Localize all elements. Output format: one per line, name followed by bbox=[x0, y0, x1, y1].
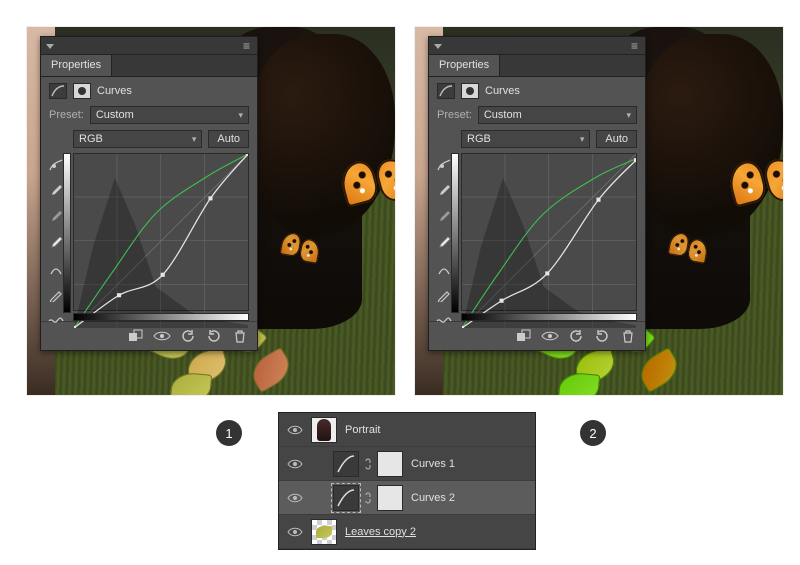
auto-button[interactable]: Auto bbox=[596, 130, 637, 148]
tab-properties[interactable]: Properties bbox=[429, 55, 500, 76]
adjustment-thumb[interactable] bbox=[333, 451, 359, 477]
collapse-icon[interactable] bbox=[45, 41, 55, 51]
layer-row-3[interactable]: Leaves copy 2 bbox=[279, 515, 535, 549]
toggle-visibility-icon[interactable] bbox=[541, 328, 559, 344]
adjustment-type-icon bbox=[49, 83, 67, 99]
panel-menu-icon[interactable]: ≡ bbox=[631, 39, 639, 53]
reset-icon[interactable] bbox=[567, 328, 585, 344]
layer-name[interactable]: Curves 2 bbox=[411, 492, 455, 504]
clip-to-layer-icon[interactable] bbox=[127, 328, 145, 344]
channel-select[interactable]: RGB ▾ bbox=[73, 130, 202, 148]
layer-row-1[interactable]: Curves 1 bbox=[279, 447, 535, 481]
reset-previous-icon[interactable] bbox=[593, 328, 611, 344]
layer-thumb[interactable] bbox=[311, 417, 337, 443]
smooth-icon[interactable] bbox=[45, 311, 67, 331]
tab-properties[interactable]: Properties bbox=[41, 55, 112, 76]
preset-select[interactable]: Custom ▾ bbox=[478, 106, 637, 124]
reset-previous-icon[interactable] bbox=[205, 328, 223, 344]
layers-panel: Portrait Curves 1 Curves 2 Leaves copy 2 bbox=[278, 412, 536, 550]
step-badge-1: 1 bbox=[216, 420, 242, 446]
preset-select[interactable]: Custom ▾ bbox=[90, 106, 249, 124]
chevron-down-icon: ▾ bbox=[192, 134, 197, 145]
layer-thumb[interactable] bbox=[311, 519, 337, 545]
layer-row-2[interactable]: Curves 2 bbox=[279, 481, 535, 515]
adjustment-thumb[interactable] bbox=[333, 485, 359, 511]
mask-thumb[interactable] bbox=[377, 485, 403, 511]
input-gradient bbox=[461, 313, 637, 321]
properties-panel: ≡ Properties Curves Preset: Custom ▾ bbox=[40, 36, 258, 351]
visibility-eye-icon[interactable] bbox=[287, 456, 303, 472]
toggle-visibility-icon[interactable] bbox=[153, 328, 171, 344]
visibility-eye-icon[interactable] bbox=[287, 524, 303, 540]
layer-mask-icon[interactable] bbox=[73, 83, 91, 99]
chevron-down-icon: ▾ bbox=[580, 134, 585, 145]
step-badge-2: 2 bbox=[580, 420, 606, 446]
channel-value: RGB bbox=[467, 133, 491, 145]
reset-icon[interactable] bbox=[179, 328, 197, 344]
output-gradient bbox=[63, 153, 71, 313]
input-gradient bbox=[73, 313, 249, 321]
link-icon[interactable] bbox=[363, 492, 373, 504]
mask-thumb[interactable] bbox=[377, 451, 403, 477]
preset-label: Preset: bbox=[437, 109, 472, 121]
link-icon[interactable] bbox=[363, 458, 373, 470]
channel-value: RGB bbox=[79, 133, 103, 145]
adjustment-type-icon bbox=[437, 83, 455, 99]
layer-name[interactable]: Curves 1 bbox=[411, 458, 455, 470]
layer-row-0[interactable]: Portrait bbox=[279, 413, 535, 447]
output-gradient bbox=[451, 153, 459, 313]
collapse-icon[interactable] bbox=[433, 41, 443, 51]
preset-label: Preset: bbox=[49, 109, 84, 121]
panel-title: Curves bbox=[485, 85, 520, 97]
curves-graph[interactable] bbox=[461, 153, 637, 311]
chevron-down-icon: ▾ bbox=[626, 110, 631, 121]
visibility-eye-icon[interactable] bbox=[287, 422, 303, 438]
channel-select[interactable]: RGB ▾ bbox=[461, 130, 590, 148]
smooth-icon[interactable] bbox=[433, 311, 455, 331]
panel-title: Curves bbox=[97, 85, 132, 97]
layer-name[interactable]: Portrait bbox=[345, 424, 380, 436]
preset-value: Custom bbox=[96, 109, 134, 121]
clip-to-layer-icon[interactable] bbox=[515, 328, 533, 344]
trash-icon[interactable] bbox=[619, 328, 637, 344]
curves-graph[interactable] bbox=[73, 153, 249, 311]
auto-button[interactable]: Auto bbox=[208, 130, 249, 148]
preset-value: Custom bbox=[484, 109, 522, 121]
panel-menu-icon[interactable]: ≡ bbox=[243, 39, 251, 53]
layer-mask-icon[interactable] bbox=[461, 83, 479, 99]
properties-panel: ≡ Properties Curves Preset: Custom ▾ bbox=[428, 36, 646, 351]
layer-name[interactable]: Leaves copy 2 bbox=[345, 526, 416, 538]
chevron-down-icon: ▾ bbox=[238, 110, 243, 121]
trash-icon[interactable] bbox=[231, 328, 249, 344]
visibility-eye-icon[interactable] bbox=[287, 490, 303, 506]
